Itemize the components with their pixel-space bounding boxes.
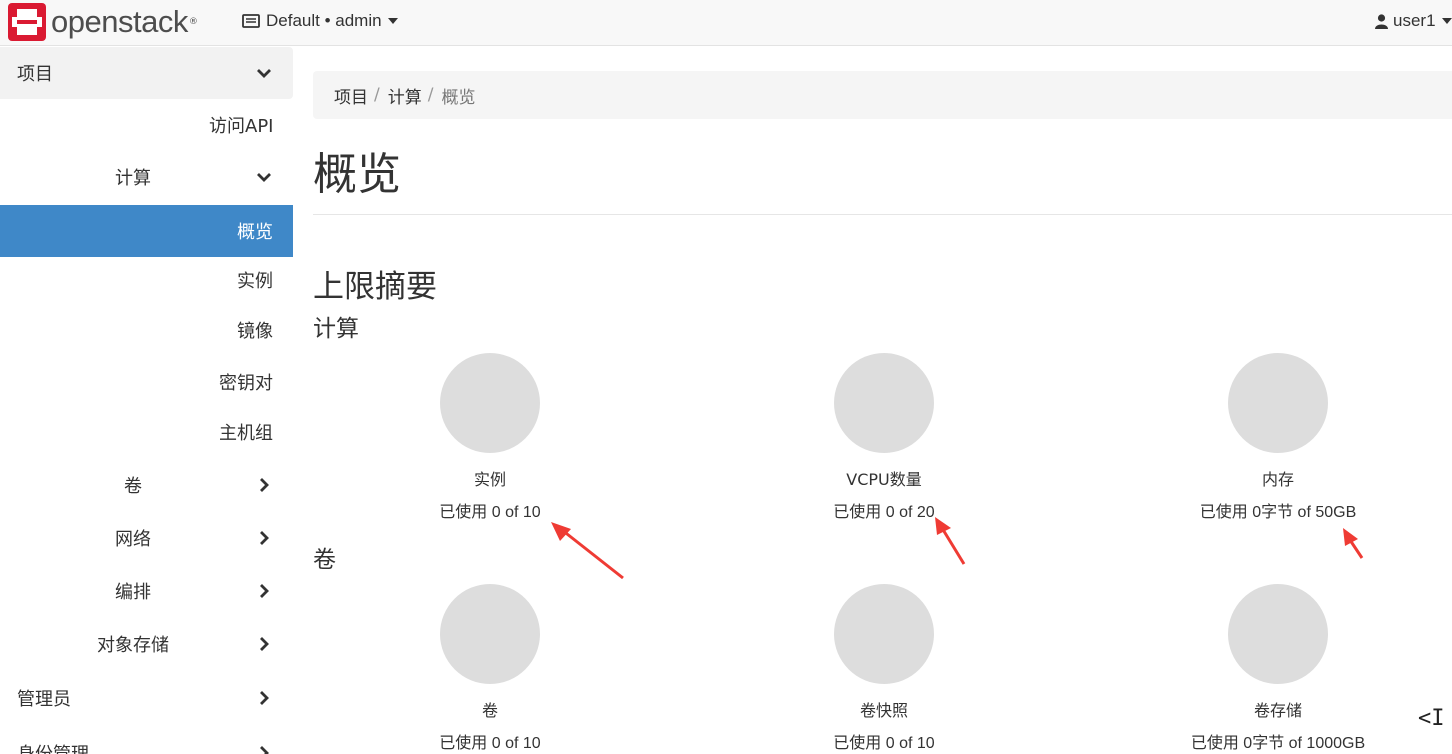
sidebar-item-instances[interactable]: 实例 — [0, 255, 293, 305]
sidebar-item-identity[interactable]: 身份管理 — [0, 727, 293, 754]
sidebar-item-label: 网络 — [115, 529, 151, 550]
sidebar-item-images[interactable]: 镜像 — [0, 305, 293, 355]
sidebar-item-label: 密钥对 — [219, 373, 273, 394]
memory-usage-pie — [1228, 353, 1328, 453]
sidebar-item-network[interactable]: 网络 — [0, 512, 293, 564]
sidebar-item-label: 概览 — [237, 222, 273, 243]
project-picker-dropdown[interactable]: Default • admin — [242, 10, 398, 32]
openstack-logo[interactable]: openstack ® — [8, 3, 198, 41]
chevron-down-icon — [257, 69, 271, 78]
annotation-arrow-icon — [935, 517, 966, 565]
volumes-usage-pie — [440, 584, 540, 684]
title-divider — [313, 214, 1452, 215]
volume-storage-usage-pie — [1228, 584, 1328, 684]
chevron-right-icon — [260, 746, 269, 754]
sidebar-item-label: 管理员 — [17, 689, 71, 710]
openstack-logo-icon — [8, 3, 46, 41]
sidebar-item-label: 身份管理 — [17, 740, 89, 754]
sidebar-item-access-api[interactable]: 访问API — [0, 99, 293, 151]
chevron-right-icon — [260, 691, 269, 705]
sidebar-item-label: 卷 — [124, 476, 142, 497]
instances-usage-pie — [440, 353, 540, 453]
chevron-right-icon — [260, 584, 269, 598]
chevron-right-icon — [260, 531, 269, 545]
sidebar-item-orchestration[interactable]: 编排 — [0, 565, 293, 617]
volume-snapshots-usage-text: 已使用 0 of 10 — [833, 735, 935, 752]
sidebar-item-project[interactable]: 项目 — [0, 47, 293, 99]
user-name: user1 — [1393, 11, 1436, 30]
caret-down-icon — [1441, 18, 1452, 24]
user-menu-dropdown[interactable]: user1 — [1375, 10, 1452, 32]
breadcrumb-separator: / — [374, 85, 380, 105]
breadcrumb-separator: / — [427, 85, 434, 105]
volume-group-title: 卷 — [313, 547, 336, 573]
breadcrumb-overview: 概览 — [441, 87, 476, 108]
chevron-down-icon — [257, 173, 271, 182]
sidebar-item-label: 编排 — [115, 582, 151, 603]
annotation-arrow-icon — [1343, 528, 1364, 559]
vcpu-usage-pie — [834, 353, 934, 453]
volume-storage-usage-label: 卷存储 — [1253, 701, 1302, 720]
annotation-arrow-icon — [551, 522, 624, 580]
sidebar-item-label: 访问API — [209, 116, 274, 137]
project-picker-label: Default • admin — [266, 11, 382, 30]
sidebar-item-label: 实例 — [237, 271, 273, 292]
instances-usage-label: 实例 — [473, 470, 506, 489]
breadcrumb-project[interactable]: 项目 — [334, 83, 368, 108]
project-list-icon — [242, 14, 260, 28]
caret-down-icon — [387, 18, 398, 24]
memory-usage-label: 内存 — [1261, 470, 1294, 489]
sidebar-item-label: 计算 — [115, 168, 151, 189]
sidebar-item-overview[interactable]: 概览 — [0, 205, 293, 257]
sidebar-item-label: 镜像 — [237, 321, 273, 342]
brand-registered-mark: ® — [188, 17, 198, 27]
user-icon — [1375, 13, 1388, 29]
page-title: 概览 — [313, 149, 401, 200]
top-navbar: openstack ® Default • admin user1 — [0, 0, 1452, 46]
sidebar-item-label: 项目 — [17, 64, 53, 85]
volumes-usage-text: 已使用 0 of 10 — [439, 735, 541, 752]
volume-snapshots-usage-pie — [834, 584, 934, 684]
sidebar-collapse-toggle[interactable]: <I — [1418, 706, 1448, 736]
sidebar-item-compute[interactable]: 计算 — [0, 151, 293, 203]
sidebar-item-admin[interactable]: 管理员 — [0, 672, 293, 724]
volume-storage-usage-text: 已使用 0字节 of 1000GB — [1190, 735, 1366, 752]
chevron-right-icon — [260, 637, 269, 651]
volume-snapshots-usage-label: 卷快照 — [859, 701, 908, 720]
vcpu-usage-label: VCPU数量 — [846, 470, 922, 489]
sidebar-item-object-store[interactable]: 对象存储 — [0, 618, 293, 670]
vcpu-usage-text: 已使用 0 of 20 — [833, 504, 935, 521]
sidebar: 项目 访问API 计算 概览 实例 镜像 密钥对 主机组 卷 网络 编排 对象存… — [0, 47, 293, 754]
sidebar-item-label: 主机组 — [219, 423, 273, 444]
instances-usage-text: 已使用 0 of 10 — [439, 504, 541, 521]
compute-group-title: 计算 — [313, 316, 359, 342]
sidebar-item-key-pairs[interactable]: 密钥对 — [0, 357, 293, 407]
volumes-usage-label: 卷 — [481, 701, 498, 720]
memory-usage-text: 已使用 0字节 of 50GB — [1199, 504, 1357, 521]
sidebar-item-server-groups[interactable]: 主机组 — [0, 407, 293, 457]
brand-name: openstack — [51, 4, 188, 39]
limit-summary-title: 上限摘要 — [313, 269, 437, 305]
chevron-right-icon — [260, 478, 269, 492]
breadcrumb-compute[interactable]: 计算 — [388, 83, 422, 108]
sidebar-item-volumes[interactable]: 卷 — [0, 459, 293, 511]
sidebar-item-label: 对象存储 — [97, 635, 169, 656]
breadcrumb: 项目 / 计算 / 概览 — [313, 71, 1452, 119]
